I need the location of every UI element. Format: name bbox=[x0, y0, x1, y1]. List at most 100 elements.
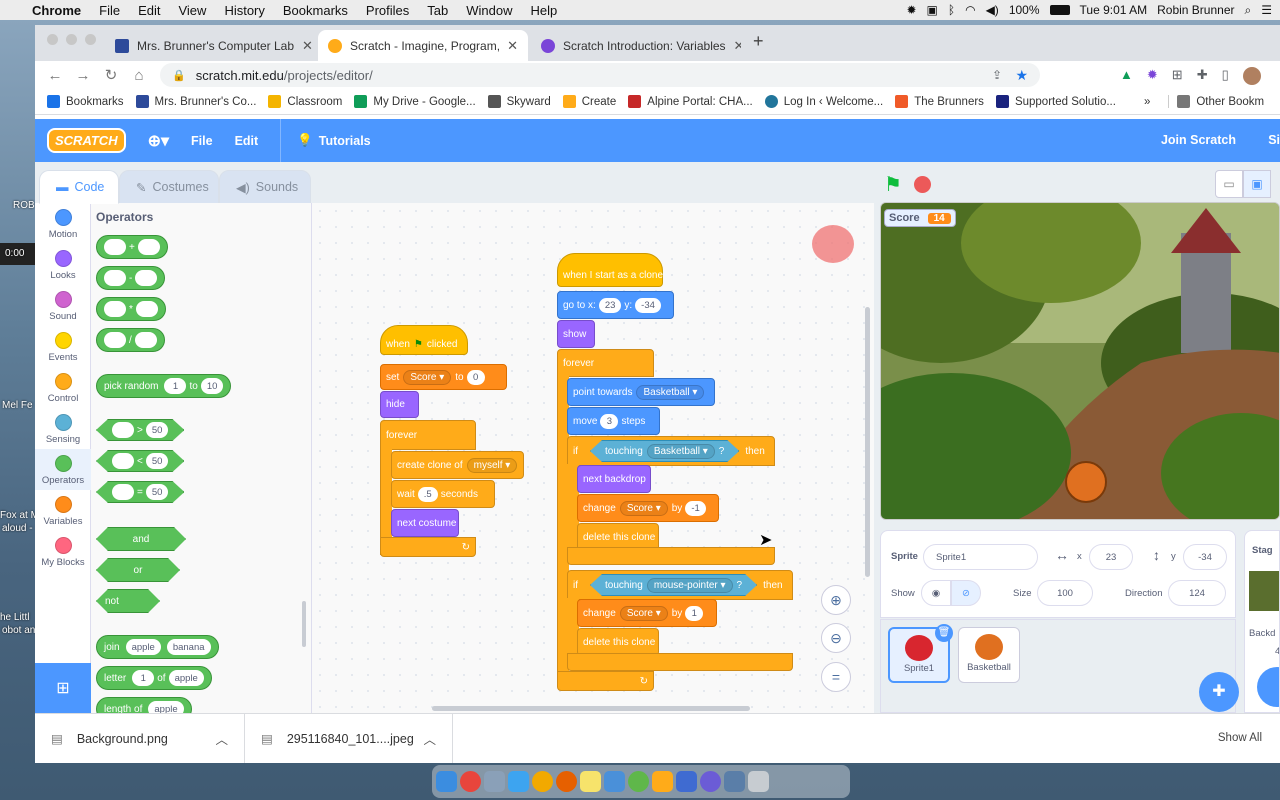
close-window-button[interactable] bbox=[47, 34, 58, 45]
slot[interactable] bbox=[135, 270, 158, 286]
screen-recorder-dock-icon[interactable] bbox=[724, 771, 745, 792]
slot[interactable]: 3 bbox=[600, 413, 619, 429]
bookmark-item[interactable]: The Brunners bbox=[895, 95, 984, 108]
change-variable-block-1[interactable]: change Score ▾ by -1 bbox=[577, 494, 719, 522]
slot[interactable]: 1 bbox=[685, 605, 704, 621]
share-icon[interactable]: ⇪ bbox=[992, 68, 1002, 82]
sync-dock-icon[interactable] bbox=[628, 771, 649, 792]
download-item[interactable]: ▤ 295116840_101....jpeg ︿ bbox=[245, 713, 453, 763]
settings-dock-icon[interactable] bbox=[700, 771, 721, 792]
slot[interactable]: 10 bbox=[200, 378, 224, 394]
tab-scratch-intro[interactable]: Scratch Introduction: Variables ✕ bbox=[531, 30, 741, 61]
delete-sprite-icon[interactable]: 🗑 bbox=[935, 624, 953, 642]
greater-than-block[interactable]: >50 bbox=[96, 419, 184, 441]
tab-sounds[interactable]: ◀) Sounds bbox=[219, 170, 311, 204]
add-backdrop-button[interactable] bbox=[1257, 667, 1279, 707]
variable-dropdown[interactable]: Score ▾ bbox=[619, 605, 668, 621]
bookmark-item[interactable]: Log In ‹ Welcome... bbox=[764, 95, 883, 108]
category-sound[interactable]: Sound bbox=[35, 291, 91, 322]
category-motion[interactable]: Motion bbox=[35, 209, 91, 240]
tutorials-button[interactable]: 💡 Tutorials bbox=[280, 119, 371, 162]
bookmark-star-icon[interactable]: ★ bbox=[1015, 67, 1028, 84]
slot[interactable] bbox=[104, 239, 126, 255]
size-input[interactable]: 100 bbox=[1037, 580, 1093, 606]
app-store-dock-icon[interactable] bbox=[508, 771, 529, 792]
slot[interactable]: apple bbox=[148, 701, 184, 713]
code-horizontal-scrollbar[interactable] bbox=[432, 706, 750, 711]
language-globe-icon[interactable]: ⊕▾ bbox=[148, 131, 169, 151]
close-tab-icon[interactable]: ✕ bbox=[499, 38, 518, 54]
create-clone-block[interactable]: create clone of myself ▾ bbox=[391, 451, 524, 479]
forever-block-2[interactable]: forever bbox=[557, 349, 654, 377]
go-to-xy-block[interactable]: go to x: 23 y: -34 bbox=[557, 291, 674, 319]
show-block[interactable]: show bbox=[557, 320, 595, 348]
menu-tab[interactable]: Tab bbox=[427, 3, 448, 18]
if-then-block-2[interactable]: if touching mouse-pointer ▾? then bbox=[567, 570, 793, 600]
slot[interactable] bbox=[135, 301, 158, 317]
category-looks[interactable]: Looks bbox=[35, 250, 91, 281]
less-than-block[interactable]: <50 bbox=[96, 450, 184, 472]
menu-bookmarks[interactable]: Bookmarks bbox=[283, 3, 348, 18]
point-towards-block[interactable]: point towards Basketball ▾ bbox=[567, 378, 715, 406]
battery-percent[interactable]: 100% bbox=[1009, 3, 1040, 17]
multiply-block[interactable]: * bbox=[96, 297, 166, 321]
change-variable-block-2[interactable]: change Score ▾ by 1 bbox=[577, 599, 717, 627]
slot[interactable]: 50 bbox=[146, 453, 169, 469]
slot[interactable] bbox=[112, 453, 134, 469]
length-of-block[interactable]: length of apple bbox=[96, 697, 192, 713]
touching-dropdown[interactable]: Basketball ▾ bbox=[647, 444, 715, 459]
tab-computer-lab[interactable]: Mrs. Brunner's Computer Lab ✕ bbox=[105, 30, 315, 61]
show-visible-button[interactable]: ◉ bbox=[921, 580, 951, 606]
stage-target-panel[interactable]: Stag Backd 4 bbox=[1244, 530, 1280, 713]
sprite-thumb-basketball[interactable]: Basketball bbox=[958, 627, 1020, 683]
menu-help[interactable]: Help bbox=[531, 3, 558, 18]
gear-extension-icon[interactable]: ✹ bbox=[1147, 67, 1158, 85]
code-vertical-scrollbar[interactable] bbox=[865, 307, 870, 577]
menu-history[interactable]: History bbox=[224, 3, 264, 18]
palette-scrollbar[interactable] bbox=[302, 601, 306, 647]
bookmark-item[interactable]: Mrs. Brunner's Co... bbox=[135, 95, 256, 108]
slot[interactable] bbox=[112, 422, 134, 438]
preview-dock-icon[interactable] bbox=[604, 771, 625, 792]
control-center-icon[interactable]: ☰ bbox=[1261, 3, 1272, 17]
stage-canvas[interactable] bbox=[880, 202, 1280, 520]
sprite-thumb-apple[interactable]: Sprite1 🗑 bbox=[888, 624, 953, 683]
category-control[interactable]: Control bbox=[35, 373, 91, 404]
sidebar-icon[interactable]: ▯ bbox=[1222, 67, 1229, 85]
tab-code[interactable]: ▬ Code bbox=[39, 170, 119, 204]
y-input[interactable]: -34 bbox=[1183, 544, 1227, 570]
zoom-in-button[interactable]: ⊕ bbox=[821, 585, 851, 615]
small-stage-button[interactable]: ▭ bbox=[1215, 170, 1243, 198]
bookmark-item[interactable]: Skyward bbox=[487, 95, 551, 108]
sprite-name-input[interactable]: Sprite1 bbox=[923, 544, 1038, 570]
set-variable-block[interactable]: set Score ▾ to 0 bbox=[380, 364, 507, 390]
touching-basketball-block[interactable]: touching Basketball ▾? bbox=[590, 440, 739, 462]
clock[interactable]: Tue 9:01 AM bbox=[1080, 3, 1148, 17]
bookmark-item[interactable]: Supported Solutio... bbox=[995, 95, 1116, 108]
chrome-dock-icon[interactable] bbox=[460, 771, 481, 792]
firefox-dock-icon[interactable] bbox=[556, 771, 577, 792]
slot[interactable]: -34 bbox=[635, 297, 661, 313]
slot[interactable]: 50 bbox=[146, 422, 169, 438]
show-hidden-button[interactable]: ⊘ bbox=[951, 580, 981, 606]
tab-scratch[interactable]: Scratch - Imagine, Program, Sh ✕ bbox=[318, 30, 528, 61]
screenshot-dock-icon[interactable] bbox=[676, 771, 697, 792]
bookmark-item[interactable]: Classroom bbox=[268, 95, 342, 108]
menu-edit[interactable]: Edit bbox=[138, 3, 160, 18]
point-target-dropdown[interactable]: Basketball ▾ bbox=[636, 384, 705, 400]
and-block[interactable]: and bbox=[96, 527, 186, 551]
slot[interactable]: 1 bbox=[164, 378, 187, 394]
category-my-blocks[interactable]: My Blocks bbox=[35, 537, 91, 568]
slot[interactable]: 1 bbox=[132, 670, 155, 686]
apps-extension-icon[interactable]: ⊞ bbox=[1172, 67, 1183, 85]
close-tab-icon[interactable]: ✕ bbox=[726, 38, 741, 54]
show-all-button[interactable]: Show All bbox=[1210, 727, 1270, 749]
puzzle-extension-icon[interactable]: ✚ bbox=[1197, 67, 1208, 85]
menu-profiles[interactable]: Profiles bbox=[366, 3, 409, 18]
slot[interactable]: .5 bbox=[417, 486, 438, 502]
slot[interactable]: -1 bbox=[685, 500, 706, 516]
move-steps-block[interactable]: move 3 steps bbox=[567, 407, 660, 435]
address-bar[interactable]: 🔒 scratch.mit.edu /projects/editor/ ★ ⇪ bbox=[160, 63, 1040, 87]
category-sensing[interactable]: Sensing bbox=[35, 414, 91, 445]
battery-icon[interactable] bbox=[1049, 5, 1070, 15]
